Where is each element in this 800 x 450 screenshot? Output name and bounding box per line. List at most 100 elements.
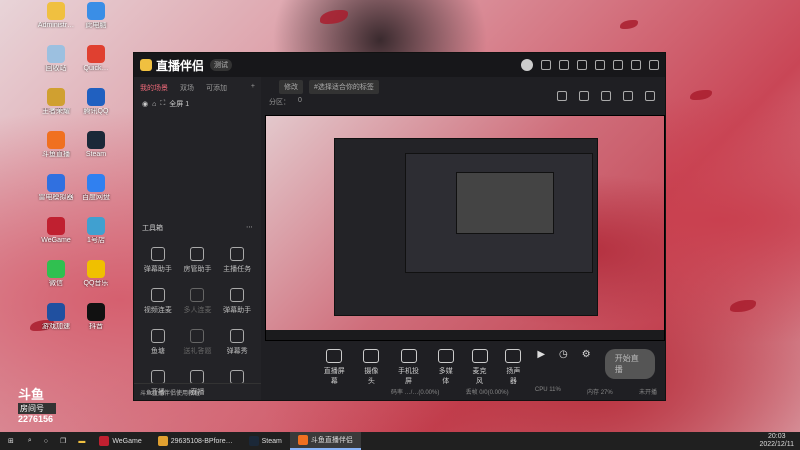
taskbar-app[interactable]: Steam [241,432,290,450]
lock-icon[interactable]: ⌂ [152,101,156,108]
toolbox-item[interactable]: 弹幕助手 [217,288,257,315]
tool-icon [190,329,205,343]
cortana-icon[interactable]: ○ [38,438,54,445]
media-label: 多媒体 [438,368,453,385]
unlock-icon[interactable] [579,91,589,101]
microphone-button[interactable]: 麦克风 [470,349,490,386]
toolbox-item[interactable]: 送礼答题 [178,329,218,356]
memory-status: 内存 27% [587,390,613,396]
tab-addable[interactable]: 可添加 [206,83,227,93]
skin-icon[interactable] [577,60,587,70]
toolbox-item[interactable]: 弹幕秀 [217,329,257,356]
toolbox-item[interactable]: 视频连麦 [138,288,178,315]
lock-layout-icon[interactable] [557,91,567,101]
user-avatar[interactable] [521,59,533,71]
notification-icon[interactable] [623,91,633,101]
start-live-button[interactable]: 开始直播 [604,349,655,379]
desktop-icon[interactable]: Administr… [34,2,78,30]
taskbar-app[interactable]: 29635108-BPfore… [150,432,241,450]
record-icon[interactable]: ▶ [537,349,545,360]
desktop-icon[interactable]: 1号店 [74,217,118,245]
desktop-icon[interactable]: QQ音乐 [74,260,118,288]
toolbox-title: 工具箱 [142,225,163,232]
settings-icon[interactable] [559,60,569,70]
title-bar[interactable]: 直播伴侣 测试 [134,53,665,77]
category-label[interactable]: 分区： [269,97,290,107]
tool-label: 弹幕助手 [223,307,252,314]
speaker-icon [505,349,522,363]
share-icon[interactable] [645,91,655,101]
add-scene-icon[interactable]: + [251,83,255,93]
toolbox-item[interactable]: 弹幕助手 [138,247,178,274]
desktop-icon[interactable]: 抖音 [74,303,118,331]
desktop-icon[interactable]: 王者荣耀 [34,88,78,116]
toolbox-item[interactable]: 主播任务 [217,247,257,274]
desktop-icon-label: Quick… [83,65,109,72]
taskbar-app[interactable]: WeGame [91,432,149,450]
scene-item-label: 全屏 1 [169,101,190,108]
tool-label: 鱼塘 [150,348,165,355]
feedback-icon[interactable] [541,60,551,70]
scene-item[interactable]: ◉ ⌂ ⛶ 全屏 1 [134,93,261,115]
tab-my-scenes[interactable]: 我的场景 [140,83,168,93]
phone-cast-button[interactable]: 手机投屏 [395,349,421,386]
tool-icon [150,247,165,261]
timer-icon[interactable]: ◷ [559,349,568,360]
start-icon[interactable]: ⊞ [0,437,22,445]
sidebar: 我的场景 双场 可添加 + ◉ ⌂ ⛶ 全屏 1 工具箱 ⋯ 弹幕助手 房管助手 主… [134,77,261,400]
toolbox-item[interactable]: 多人连麦 [178,288,218,315]
desktop-icon[interactable]: 斗鱼直播 [34,131,78,159]
desktop-icon[interactable]: 百度网盘 [74,174,118,202]
toolbox-item[interactable]: 鱼塘 [138,329,178,356]
desktop-icon[interactable]: 此电脑 [74,2,118,30]
tool-label: 视频连麦 [143,307,172,314]
more-icon[interactable]: ⋯ [246,223,253,233]
desktop-icon[interactable]: WeGame [34,217,78,245]
desktop-icon-label: QQ音乐 [83,280,109,287]
like-count: 0 [298,97,302,104]
edit-button[interactable]: 修改 [279,80,303,94]
minimize-icon[interactable] [613,60,623,70]
desktop-icon[interactable]: Quick… [74,45,118,73]
stream-preview[interactable] [265,115,665,341]
app-icon [47,45,65,63]
layout-icon[interactable] [601,91,611,101]
tool-icon [190,288,205,302]
speaker-button[interactable]: 扬声器 [503,349,523,386]
tool-label: 主播任务 [223,266,252,273]
petal-decoration [620,20,638,29]
taskbar-app[interactable]: 斗鱼直播伴侣 [289,432,361,450]
tutorial-link[interactable]: 斗鱼直播伴侣使用教程 [134,383,261,400]
preview-nested-window [334,138,598,316]
desktop-icon[interactable]: 游戏加速 [34,303,78,331]
tab-dual[interactable]: 双场 [180,83,194,93]
desktop-icon[interactable]: 雷电模拟器 [34,174,78,202]
desktop-icon[interactable]: 腾讯QQ [74,88,118,116]
app-icon [87,303,105,321]
system-clock[interactable]: 20:03 2022/12/11 [759,433,800,449]
app-icon [47,217,65,235]
desktop-icon[interactable]: 回收站 [34,45,78,73]
close-icon[interactable] [649,60,659,70]
petal-decoration [320,10,348,24]
main-toolbar [557,91,655,101]
maximize-icon[interactable] [631,60,641,70]
toolbox-item[interactable]: 房管助手 [178,247,218,274]
visibility-icon[interactable]: ◉ [142,100,148,108]
version-badge[interactable]: 测试 [210,59,233,71]
preview-taskbar [266,330,664,340]
file-explorer-icon[interactable]: ▬ [72,438,91,445]
desktop-icon[interactable]: 微信 [34,260,78,288]
desktop-icon[interactable]: Steam [74,131,118,159]
menu-icon[interactable] [595,60,605,70]
media-button[interactable]: 多媒体 [436,349,456,386]
gear-icon[interactable]: ⚙ [582,349,591,360]
main-area: 修改 #选择适合你的标签 分区： 0 直播屏幕 摄像头 手机投屏 多媒体 麦克风… [261,77,665,400]
tag-selector[interactable]: #选择适合你的标签 [309,80,379,94]
screen-capture-button[interactable]: 直播屏幕 [321,349,347,386]
search-icon[interactable]: ⌕ [22,437,38,445]
task-view-icon[interactable]: ❐ [54,437,72,445]
app-icon [87,45,105,63]
microphone-label: 麦克风 [472,368,487,385]
camera-button[interactable]: 摄像头 [361,349,381,386]
